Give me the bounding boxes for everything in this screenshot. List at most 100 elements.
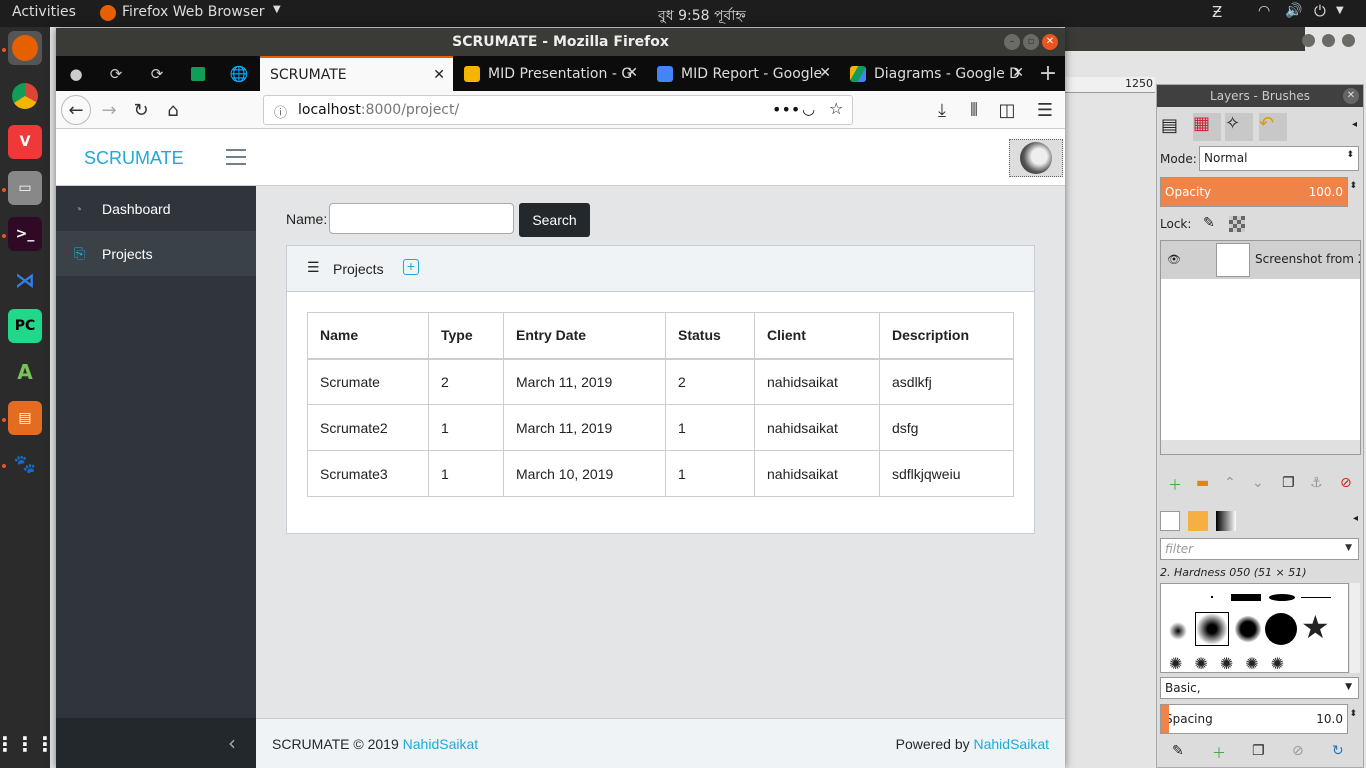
paths-icon[interactable]: ✧ (1225, 113, 1253, 141)
gimp-launcher[interactable]: 🐾 (8, 447, 42, 481)
raise-layer-icon[interactable]: ⌃ (1224, 475, 1236, 491)
firefox-launcher[interactable] (8, 31, 42, 65)
brush-tag-select[interactable]: Basic, ▼ (1160, 677, 1359, 699)
tab-mid-report[interactable]: MID Report - Google ✕ (647, 56, 839, 91)
vivaldi-launcher[interactable]: V (8, 125, 42, 159)
library-button[interactable]: ⫴ (959, 95, 989, 125)
pycharm-launcher[interactable]: PC (8, 309, 42, 343)
terminal-launcher[interactable]: >_ (8, 217, 42, 251)
horizontal-scrollbar[interactable] (1161, 440, 1360, 454)
show-apps-button[interactable]: ⋮⋮⋮ (0, 727, 55, 761)
pinned-tab-sync-1[interactable]: ⟳ (96, 56, 136, 91)
forward-button[interactable]: → (94, 95, 124, 125)
close-icon[interactable]: ✕ (1343, 88, 1359, 104)
zotero-icon[interactable]: Ƶ (1212, 3, 1222, 21)
chrome-launcher[interactable] (8, 79, 42, 113)
url-bar[interactable]: ⓘ localhost:8000/project/ ••• ◡ ☆ (263, 95, 853, 125)
power-icon[interactable]: ⏻ (1314, 2, 1326, 20)
brush-block[interactable] (1231, 594, 1261, 601)
column-header[interactable]: Type (428, 312, 504, 360)
vscode-launcher[interactable]: ⋊ (8, 263, 42, 297)
sidebar-item-dashboard[interactable]: ◔ Dashboard (56, 186, 256, 231)
refresh-brushes-icon[interactable]: ↻ (1332, 743, 1344, 759)
anchor-layer-icon[interactable]: ⚓ (1310, 475, 1323, 491)
close-icon[interactable]: ✕ (626, 65, 638, 81)
column-header[interactable]: Description (879, 312, 1014, 360)
channels-icon[interactable]: ▦ (1193, 113, 1221, 141)
tab-diagrams[interactable]: Diagrams - Google D ✕ (840, 56, 1032, 91)
brush-hardness-075[interactable] (1235, 616, 1261, 642)
clock[interactable]: বুধ 9:58 পূর্বাহ্ন (658, 4, 746, 28)
brush-star[interactable]: ★ (1301, 611, 1330, 643)
brushes-tab-icon[interactable] (1160, 511, 1180, 531)
close-button[interactable]: ✕ (1042, 34, 1058, 50)
duplicate-layer-icon[interactable]: ❐ (1282, 475, 1295, 491)
sidebar-item-projects[interactable]: ⎘ Projects (56, 231, 256, 276)
sidebar-toggle-button[interactable]: ◫ (992, 95, 1022, 125)
pocket-icon[interactable]: ◡ (802, 100, 815, 118)
brush-scrollbar[interactable] (1350, 583, 1360, 673)
layer-row[interactable]: 👁 Screenshot from 20 (1161, 241, 1360, 279)
eye-icon[interactable]: 👁 (1167, 253, 1181, 266)
wifi-icon[interactable]: ◠ (1258, 3, 1270, 19)
mode-select[interactable]: Normal ⬍ (1199, 146, 1359, 171)
delete-layer-icon[interactable]: ⊘ (1340, 475, 1352, 491)
column-header[interactable]: Client (754, 312, 880, 360)
spacing-slider[interactable]: Spacing 10.0 (1160, 704, 1348, 734)
patterns-tab-icon[interactable] (1188, 511, 1208, 531)
brush-hardness-050[interactable] (1195, 612, 1229, 646)
layer-name[interactable]: Screenshot from 20 (1255, 252, 1360, 266)
brush-splatter-row[interactable]: ✺✺✺✺✺ (1169, 654, 1296, 672)
new-brush-icon[interactable]: ＋ (1212, 743, 1226, 763)
sidebar-toggler[interactable] (226, 149, 246, 170)
gimp-close-button[interactable] (1342, 34, 1355, 47)
table-row[interactable]: Scrumate2 1 March 11, 2019 1 nahidsaikat… (307, 404, 1014, 451)
new-group-icon[interactable]: ▬ (1196, 475, 1209, 491)
brush-filter-input[interactable]: filter ▼ (1160, 538, 1359, 560)
powered-author-link[interactable]: NahidSaikat (974, 736, 1050, 752)
close-icon[interactable]: ✕ (433, 67, 445, 83)
spinner-icon[interactable]: ⬍ (1349, 709, 1357, 719)
table-row[interactable]: Scrumate3 1 March 10, 2019 1 nahidsaikat… (307, 450, 1014, 497)
tab-menu-icon[interactable]: ◂ (1353, 513, 1358, 524)
column-header[interactable]: Entry Date (503, 312, 666, 360)
bookmark-star-icon[interactable]: ☆ (829, 99, 843, 118)
new-tab-button[interactable]: + (1031, 56, 1065, 91)
brush-line[interactable] (1301, 597, 1331, 598)
pinned-tab-sync-2[interactable]: ⟳ (137, 56, 177, 91)
close-icon[interactable]: ✕ (1012, 65, 1024, 81)
lock-alpha-icon[interactable] (1229, 216, 1245, 232)
lock-pixels-icon[interactable]: ✎ (1203, 215, 1215, 231)
pinned-tab-sheets[interactable] (178, 56, 218, 91)
edit-brush-icon[interactable]: ✎ (1172, 743, 1184, 759)
impress-launcher[interactable]: ▤ (8, 401, 42, 435)
name-search-input[interactable] (329, 203, 514, 234)
tab-scrumate[interactable]: SCRUMATE ✕ (260, 56, 453, 91)
brush-hardness-100[interactable] (1265, 613, 1297, 645)
column-header[interactable]: Status (665, 312, 755, 360)
gradients-tab-icon[interactable] (1216, 511, 1236, 531)
column-header[interactable]: Name (307, 312, 429, 360)
opacity-slider[interactable]: Opacity 100.0 (1160, 177, 1348, 207)
search-button[interactable]: Search (519, 203, 590, 237)
layers-icon[interactable]: ▤ (1161, 115, 1187, 139)
brand-logo[interactable]: SCRUMATE (84, 148, 184, 169)
maximize-button[interactable]: ▫ (1023, 34, 1039, 50)
duplicate-brush-icon[interactable]: ❐ (1252, 743, 1265, 759)
pinned-tab-github[interactable]: ● (56, 56, 96, 91)
app-menu[interactable]: Firefox Web Browser (122, 4, 265, 20)
close-icon[interactable]: ✕ (819, 65, 831, 81)
menu-button[interactable]: ☰ (1030, 95, 1060, 125)
table-row[interactable]: Scrumate 2 March 11, 2019 2 nahidsaikat … (307, 358, 1014, 405)
page-actions-icon[interactable]: ••• (772, 100, 800, 119)
back-button[interactable]: ← (61, 95, 91, 125)
brush-pixel[interactable] (1211, 596, 1213, 598)
delete-brush-icon[interactable]: ⊘ (1292, 743, 1304, 759)
minimize-button[interactable]: – (1004, 34, 1020, 50)
home-button[interactable]: ⌂ (158, 95, 188, 125)
tab-menu-icon[interactable]: ◂ (1352, 119, 1357, 130)
gimp-minimize-button[interactable] (1302, 34, 1315, 47)
sidebar-minimizer[interactable]: ‹ (56, 718, 256, 768)
new-layer-icon[interactable]: ＋ (1168, 475, 1182, 495)
tab-mid-presentation[interactable]: MID Presentation - G ✕ (454, 56, 646, 91)
